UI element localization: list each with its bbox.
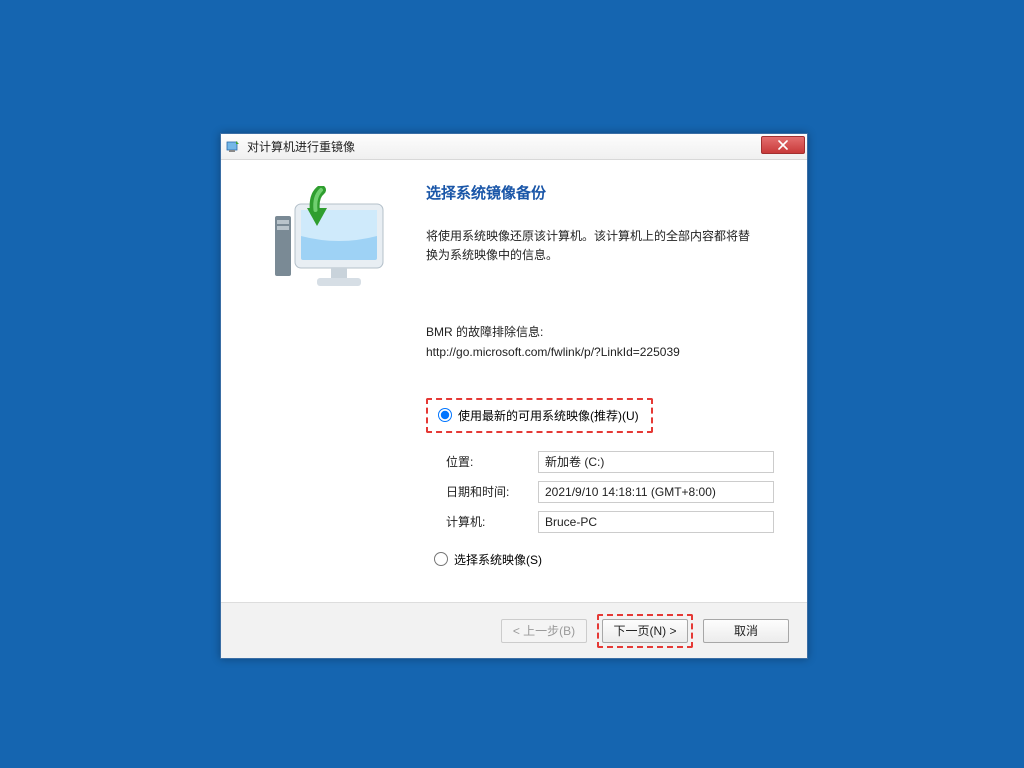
titlebar: 对计算机进行重镜像 xyxy=(221,134,807,160)
window-title: 对计算机进行重镜像 xyxy=(247,138,355,155)
location-label: 位置: xyxy=(446,453,538,470)
next-button-highlight: 下一页(N) > xyxy=(597,614,693,648)
radio-use-latest-label: 使用最新的可用系统映像(推荐)(U) xyxy=(458,407,639,424)
description-text: 将使用系统映像还原该计算机。该计算机上的全部内容都将替 换为系统映像中的信息。 xyxy=(426,227,783,265)
radio-use-latest[interactable]: 使用最新的可用系统映像(推荐)(U) xyxy=(432,403,645,428)
computer-label: 计算机: xyxy=(446,513,538,530)
row-computer: 计算机: Bruce-PC xyxy=(446,511,783,533)
bmr-label: BMR 的故障排除信息: xyxy=(426,325,543,339)
restore-illustration xyxy=(265,186,395,296)
main-area: 选择系统镜像备份 将使用系统映像还原该计算机。该计算机上的全部内容都将替 换为系… xyxy=(221,160,807,602)
computer-value: Bruce-PC xyxy=(538,511,774,533)
image-info-grid: 位置: 新加卷 (C:) 日期和时间: 2021/9/10 14:18:11 (… xyxy=(446,451,783,533)
radio-use-latest-input[interactable] xyxy=(438,408,452,422)
row-datetime: 日期和时间: 2021/9/10 14:18:11 (GMT+8:00) xyxy=(446,481,783,503)
next-button[interactable]: 下一页(N) > xyxy=(602,619,688,643)
app-icon xyxy=(225,139,241,155)
row-location: 位置: 新加卷 (C:) xyxy=(446,451,783,473)
bmr-info: BMR 的故障排除信息: http://go.microsoft.com/fwl… xyxy=(426,323,783,361)
location-value: 新加卷 (C:) xyxy=(538,451,774,473)
radio-select-image[interactable]: 选择系统映像(S) xyxy=(428,547,783,572)
footer-buttons: < 上一步(B) 下一页(N) > 取消 xyxy=(221,602,807,658)
radio-select-image-label: 选择系统映像(S) xyxy=(454,551,542,568)
page-heading: 选择系统镜像备份 xyxy=(426,182,783,203)
back-button: < 上一步(B) xyxy=(501,619,587,643)
close-button[interactable] xyxy=(761,136,805,154)
datetime-label: 日期和时间: xyxy=(446,483,538,500)
left-column xyxy=(241,178,426,592)
content-area: 选择系统镜像备份 将使用系统映像还原该计算机。该计算机上的全部内容都将替 换为系… xyxy=(221,160,807,658)
datetime-value: 2021/9/10 14:18:11 (GMT+8:00) xyxy=(538,481,774,503)
right-column: 选择系统镜像备份 将使用系统映像还原该计算机。该计算机上的全部内容都将替 换为系… xyxy=(426,178,783,592)
reimage-wizard-window: 对计算机进行重镜像 xyxy=(220,133,808,659)
radio-select-image-input[interactable] xyxy=(434,552,448,566)
cancel-button[interactable]: 取消 xyxy=(703,619,789,643)
radio-latest-highlight: 使用最新的可用系统映像(推荐)(U) xyxy=(426,398,653,433)
bmr-link[interactable]: http://go.microsoft.com/fwlink/p/?LinkId… xyxy=(426,345,680,359)
